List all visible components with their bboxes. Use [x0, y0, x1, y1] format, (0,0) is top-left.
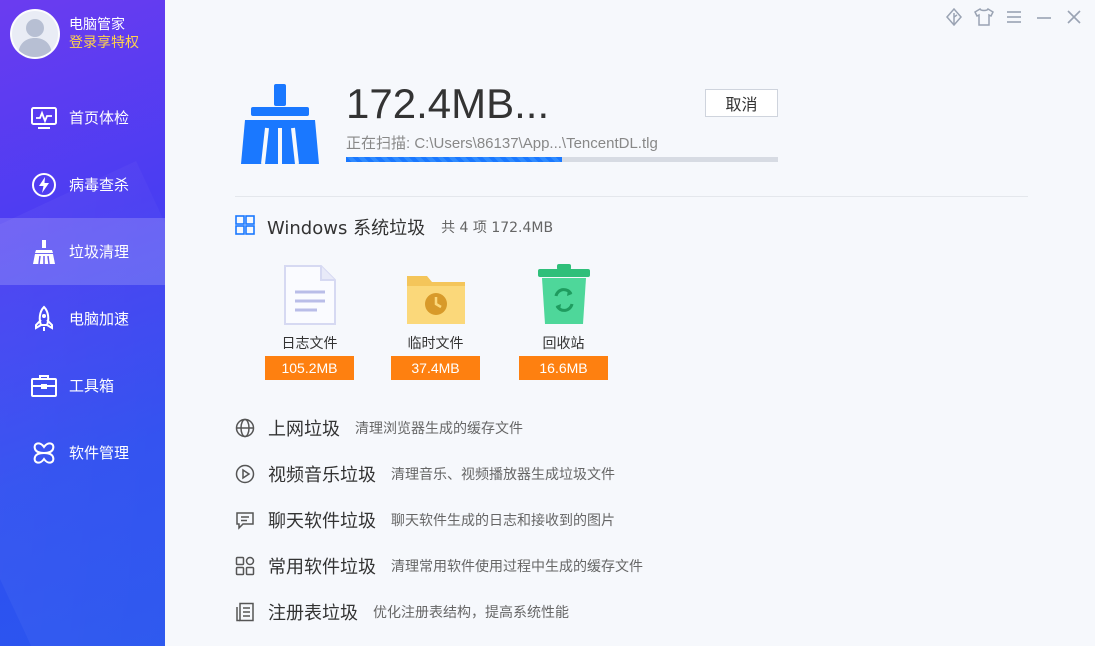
- minimize-icon[interactable]: [1033, 6, 1055, 28]
- broom-icon: [30, 238, 58, 266]
- sidebar-item-junk-clean[interactable]: 垃圾清理: [0, 218, 165, 285]
- scan-progress-fill: [346, 157, 562, 162]
- sidebar-item-label: 软件管理: [69, 444, 130, 462]
- temp-folder-icon: [391, 258, 480, 326]
- window-controls: [943, 6, 1085, 28]
- category-media-junk[interactable]: 视频音乐垃圾 清理音乐、视频播放器生成垃圾文件: [235, 451, 643, 497]
- globe-icon: [235, 418, 255, 438]
- toolbox-icon: [30, 372, 58, 400]
- large-broom-icon: [241, 84, 319, 168]
- sidebar-item-label: 病毒查杀: [69, 176, 130, 194]
- section-title: Windows 系统垃圾: [267, 218, 426, 239]
- tshirt-icon[interactable]: [973, 6, 995, 28]
- sidebar-nav: 首页体检 病毒查杀 垃圾清理 电脑加速 工具箱 软件管理: [0, 84, 165, 486]
- sidebar-item-label: 工具箱: [69, 377, 115, 395]
- section-summary: 共 4 项 172.4MB: [441, 220, 554, 236]
- cancel-button[interactable]: 取消: [705, 89, 778, 117]
- category-desc: 清理常用软件使用过程中生成的缓存文件: [391, 559, 643, 575]
- file-card-size: 37.4MB: [391, 356, 480, 380]
- scan-path: 正在扫描: C:\Users\86137\App...\TencentDL.tl…: [346, 135, 658, 152]
- file-card-label: 回收站: [542, 336, 585, 352]
- sidebar-item-home-check[interactable]: 首页体检: [0, 84, 165, 151]
- windows-junk-header: Windows 系统垃圾 共 4 项 172.4MB: [235, 214, 553, 240]
- file-card-size: 105.2MB: [265, 356, 354, 380]
- file-card-log[interactable]: 日志文件 105.2MB: [265, 258, 354, 380]
- file-card-label: 日志文件: [281, 336, 338, 352]
- play-icon: [235, 464, 255, 484]
- junk-category-list: 上网垃圾 清理浏览器生成的缓存文件 视频音乐垃圾 清理音乐、视频播放器生成垃圾文…: [235, 405, 643, 635]
- leaf-icon[interactable]: [943, 6, 965, 28]
- sidebar-item-label: 电脑加速: [69, 310, 130, 328]
- file-card-recycle[interactable]: 回收站 16.6MB: [519, 258, 608, 380]
- sidebar-item-software-manager[interactable]: 软件管理: [0, 419, 165, 486]
- divider: [235, 196, 1028, 197]
- monitor-icon: [30, 104, 58, 132]
- sidebar-item-toolbox[interactable]: 工具箱: [0, 352, 165, 419]
- user-panel[interactable]: 电脑管家 登录享特权: [10, 8, 139, 60]
- category-desc: 聊天软件生成的日志和接收到的图片: [391, 513, 615, 529]
- sidebar: 电脑管家 登录享特权 首页体检 病毒查杀 垃圾清理 电脑加速 工具箱 软件管理: [0, 0, 165, 646]
- log-file-icon: [265, 258, 354, 326]
- main-panel: 172.4MB... 取消 正在扫描: C:\Users\86137\App..…: [165, 0, 1095, 646]
- scan-progress-bar: [346, 157, 778, 162]
- rocket-icon: [30, 305, 58, 333]
- user-silhouette-icon: [18, 19, 52, 57]
- apps-grid-icon: [235, 556, 255, 576]
- recycle-bin-icon: [519, 258, 608, 326]
- category-desc: 清理浏览器生成的缓存文件: [355, 421, 523, 437]
- file-card-size: 16.6MB: [519, 356, 608, 380]
- scanned-size: 172.4MB...: [346, 80, 550, 127]
- category-chat-junk[interactable]: 聊天软件垃圾 聊天软件生成的日志和接收到的图片: [235, 497, 643, 543]
- login-link[interactable]: 登录享特权: [69, 34, 139, 52]
- category-title: 常用软件垃圾: [268, 557, 376, 578]
- app-manager-icon: [30, 439, 58, 467]
- sidebar-item-virus-scan[interactable]: 病毒查杀: [0, 151, 165, 218]
- category-desc: 优化注册表结构，提高系统性能: [373, 605, 569, 621]
- category-desc: 清理音乐、视频播放器生成垃圾文件: [391, 467, 615, 483]
- chat-icon: [235, 510, 255, 530]
- lightning-shield-icon: [30, 171, 58, 199]
- windows-logo-icon: [235, 215, 255, 239]
- category-title: 视频音乐垃圾: [268, 465, 376, 486]
- sidebar-item-label: 垃圾清理: [69, 243, 130, 261]
- category-title: 聊天软件垃圾: [268, 511, 376, 532]
- category-title: 上网垃圾: [268, 419, 340, 440]
- close-icon[interactable]: [1063, 6, 1085, 28]
- registry-icon: [235, 602, 255, 622]
- category-common-software-junk[interactable]: 常用软件垃圾 清理常用软件使用过程中生成的缓存文件: [235, 543, 643, 589]
- avatar[interactable]: [10, 9, 60, 59]
- menu-icon[interactable]: [1003, 6, 1025, 28]
- sidebar-item-label: 首页体检: [69, 109, 130, 127]
- file-card-temp[interactable]: 临时文件 37.4MB: [391, 258, 480, 380]
- category-registry-junk[interactable]: 注册表垃圾 优化注册表结构，提高系统性能: [235, 589, 643, 635]
- user-name: 电脑管家: [69, 16, 125, 33]
- category-title: 注册表垃圾: [268, 603, 358, 624]
- category-web-junk[interactable]: 上网垃圾 清理浏览器生成的缓存文件: [235, 405, 643, 451]
- file-card-label: 临时文件: [407, 336, 464, 352]
- sidebar-item-speed-up[interactable]: 电脑加速: [0, 285, 165, 352]
